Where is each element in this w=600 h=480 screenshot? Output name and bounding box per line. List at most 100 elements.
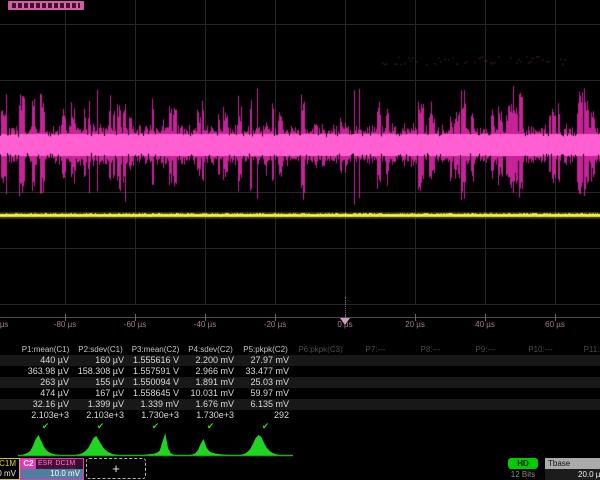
measurement-value xyxy=(348,355,403,366)
measurement-status-check: ✔ xyxy=(18,421,73,432)
measurement-value xyxy=(348,410,403,421)
measurement-histicon[interactable] xyxy=(238,433,293,457)
measurement-value xyxy=(348,366,403,377)
measurement-value: 1.730e+3 xyxy=(183,410,238,421)
measurement-value xyxy=(403,388,458,399)
waveform-traces[interactable] xyxy=(0,0,600,332)
measurement-status-check: ✔ xyxy=(73,421,128,432)
measurement-value: 1.339 mV xyxy=(128,399,183,410)
measurement-value: 1.676 mV xyxy=(183,399,238,410)
hd-mode-badge[interactable]: HD xyxy=(508,458,538,469)
measurement-value xyxy=(293,366,348,377)
measurement-value: 158.308 µV xyxy=(73,366,128,377)
c2-scale-value: 10.0 mV xyxy=(21,469,83,479)
measurement-value xyxy=(403,355,458,366)
measurement-status-check xyxy=(293,421,348,432)
measurement-value xyxy=(513,355,568,366)
measurement-value xyxy=(458,388,513,399)
measurement-value xyxy=(513,399,568,410)
measurement-value xyxy=(458,399,513,410)
channel-c2-descriptor[interactable]: C2 ESR DC1M 10.0 mV xyxy=(20,458,84,480)
measurement-header[interactable]: P4:sdev(C2) xyxy=(183,344,238,355)
time-tick-label: -40 µs xyxy=(194,320,216,329)
add-trace-button[interactable]: + xyxy=(86,458,146,479)
c1-coupling-label: DC1M xyxy=(0,459,19,469)
measurement-value xyxy=(403,366,458,377)
c1-scale-value: 10.0 mV xyxy=(0,469,19,479)
measurement-value: 33.477 mV xyxy=(238,366,293,377)
measurement-value: 1.891 mV xyxy=(183,377,238,388)
c2-offscreen-trace-indicator xyxy=(8,1,84,10)
measurement-value xyxy=(403,399,458,410)
c2-coupling-tag: DC1M xyxy=(54,459,76,469)
measurement-header[interactable]: P7:--- xyxy=(348,344,403,355)
measurement-histicon[interactable] xyxy=(183,433,238,457)
measurement-value: 1.558645 V xyxy=(128,388,183,399)
measurement-value: 25.03 mV xyxy=(238,377,293,388)
measurement-header[interactable]: P5:pkpk(C2) xyxy=(238,344,293,355)
time-tick-label: -80 µs xyxy=(54,320,76,329)
measurement-value: 155 µV xyxy=(73,377,128,388)
time-tick-label: 40 µs xyxy=(475,320,495,329)
measurement-header[interactable]: P2:sdev(C1) xyxy=(73,344,128,355)
measurement-value: 2.966 mV xyxy=(183,366,238,377)
measurement-value xyxy=(513,410,568,421)
measurement-value: 1.555616 V xyxy=(128,355,183,366)
hd-bits-label: 12 Bits xyxy=(502,470,544,479)
measurement-histicon[interactable] xyxy=(18,433,73,457)
measurement-status-check: ✔ xyxy=(128,421,183,432)
measurement-value xyxy=(568,399,600,410)
measurement-value: 1.550094 V xyxy=(128,377,183,388)
measurement-value xyxy=(513,366,568,377)
measurement-value xyxy=(568,377,600,388)
measurement-value xyxy=(348,377,403,388)
measurement-value xyxy=(458,377,513,388)
descriptor-bar: DC1M 10.0 mV C2 ESR DC1M 10.0 mV + HD 12… xyxy=(0,458,600,480)
measurement-header[interactable]: P6:pkpk(C3) xyxy=(293,344,348,355)
measurement-status-check xyxy=(513,421,568,432)
waveform-display[interactable]: -100 µs-80 µs-60 µs-40 µs-20 µs0 µs20 µs… xyxy=(0,0,600,332)
measurement-value: 474 µV xyxy=(18,388,73,399)
measurement-value: 1.730e+3 xyxy=(128,410,183,421)
measurement-value xyxy=(568,410,600,421)
channel-c1-descriptor[interactable]: DC1M 10.0 mV xyxy=(0,458,20,480)
measurement-value: 1.399 µV xyxy=(73,399,128,410)
measurement-status-check: ✔ xyxy=(183,421,238,432)
measurement-header[interactable]: P11:--- xyxy=(568,344,600,355)
measurement-header[interactable]: P10:--- xyxy=(513,344,568,355)
measurement-value xyxy=(458,355,513,366)
measurement-value xyxy=(348,399,403,410)
trigger-position-marker[interactable] xyxy=(340,318,350,325)
measurement-status-check xyxy=(403,421,458,432)
measurement-value: 2.200 mV xyxy=(183,355,238,366)
measurement-status-check: ✔ xyxy=(238,421,293,432)
measurement-value: 292 xyxy=(238,410,293,421)
measurement-value xyxy=(293,355,348,366)
measurement-value: 2.103e+3 xyxy=(73,410,128,421)
measurement-status-check xyxy=(348,421,403,432)
measurement-value xyxy=(293,377,348,388)
measurement-header[interactable]: P8:--- xyxy=(403,344,458,355)
measurement-header[interactable]: P1:mean(C1) xyxy=(18,344,73,355)
measurement-value: 167 µV xyxy=(73,388,128,399)
measurement-value xyxy=(568,388,600,399)
oscilloscope-screen: -100 µs-80 µs-60 µs-40 µs-20 µs0 µs20 µs… xyxy=(0,0,600,480)
measurement-value xyxy=(568,366,600,377)
measurement-value xyxy=(568,355,600,366)
measurement-header[interactable]: P3:mean(C2) xyxy=(128,344,183,355)
trigger-position-line xyxy=(345,297,346,317)
c2-bandwidth-tag: ESR xyxy=(37,459,53,469)
measurement-value: 59.97 mV xyxy=(238,388,293,399)
measurement-histicon[interactable] xyxy=(128,433,183,457)
c2-channel-badge: C2 xyxy=(21,459,36,469)
measurement-value: 1.557591 V xyxy=(128,366,183,377)
measurement-value xyxy=(293,388,348,399)
timebase-descriptor[interactable]: Tbase 20.0 µs xyxy=(545,458,600,480)
measurement-histicon[interactable] xyxy=(73,433,128,457)
time-tick-label: 20 µs xyxy=(405,320,425,329)
measurement-histicons xyxy=(18,433,293,457)
measurement-value: 10.031 mV xyxy=(183,388,238,399)
measurement-value xyxy=(513,388,568,399)
measurement-header[interactable]: P9:--- xyxy=(458,344,513,355)
measurement-value xyxy=(403,377,458,388)
